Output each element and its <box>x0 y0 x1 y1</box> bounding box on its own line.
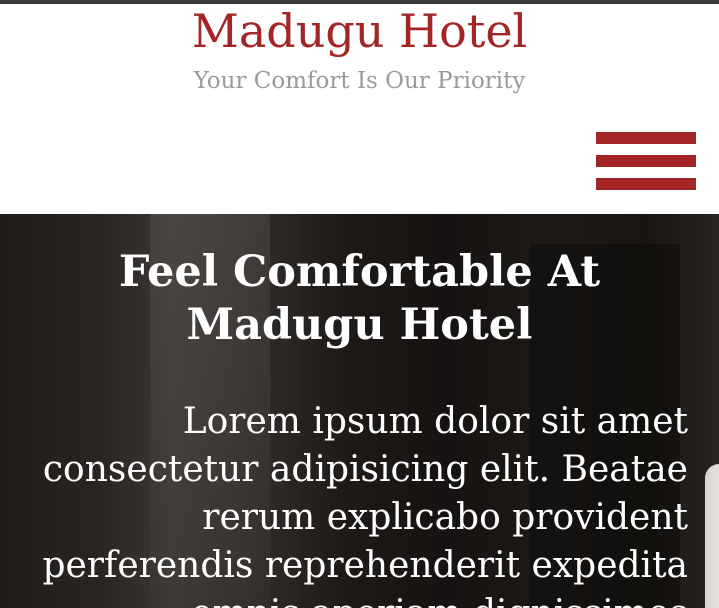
hero-description: Lorem ipsum dolor sit amet consectetur a… <box>42 401 688 608</box>
menu-bar-top <box>596 132 696 144</box>
hero-section: Feel Comfortable At Madugu Hotel Lorem i… <box>0 214 719 608</box>
hamburger-menu-icon[interactable] <box>596 132 696 190</box>
site-tagline: Your Comfort Is Our Priority <box>193 68 526 94</box>
site-title[interactable]: Madugu Hotel <box>0 4 719 58</box>
site-header: Madugu Hotel Your Comfort Is Our Priorit… <box>0 4 719 214</box>
menu-bar-middle <box>596 155 696 167</box>
menu-bar-bottom <box>596 178 696 190</box>
hero-background-lamp <box>705 464 719 608</box>
hero-title: Feel Comfortable At Madugu Hotel <box>118 247 601 350</box>
